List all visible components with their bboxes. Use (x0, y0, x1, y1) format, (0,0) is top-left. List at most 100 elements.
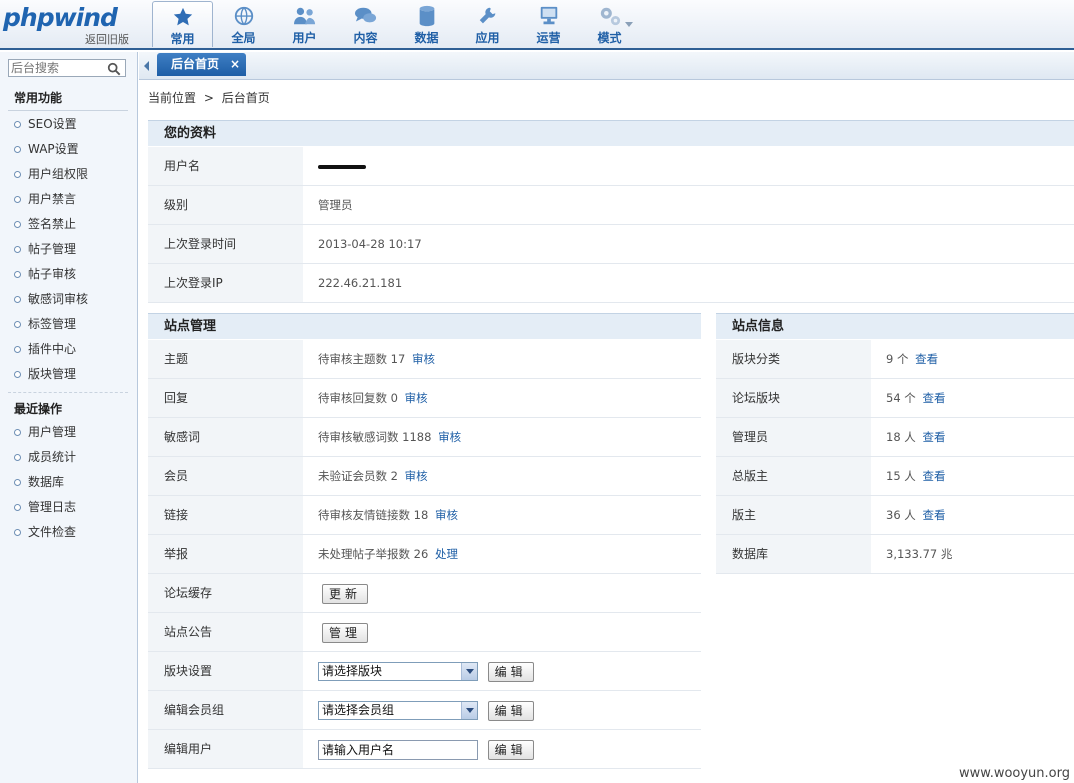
row-label: 版主 (716, 496, 871, 534)
tab-admin-home[interactable]: 后台首页 × (157, 53, 246, 76)
nav-apps[interactable]: 应用 (457, 1, 518, 47)
edit-group-button[interactable]: 编辑 (487, 700, 534, 721)
edit-forum-button[interactable]: 编辑 (487, 661, 534, 682)
row-value: 未验证会员数 2 审核 (318, 457, 428, 495)
sidebar-item-sensitive-review[interactable]: 敏感词审核 (0, 287, 138, 312)
wrench-icon (479, 7, 495, 24)
username-input[interactable] (318, 739, 478, 760)
sidebar-item-member-stats[interactable]: 成员统计 (0, 445, 138, 470)
sidebar-item-label: 帖子审核 (28, 267, 77, 281)
close-icon[interactable]: × (230, 53, 240, 75)
row-label: 链接 (148, 496, 303, 534)
divider (8, 110, 128, 111)
sidebar-item-tag-manage[interactable]: 标签管理 (0, 312, 138, 337)
breadcrumb: 当前位置 > 后台首页 (148, 89, 274, 106)
tab-bar: 后台首页 × (139, 52, 1074, 80)
logo[interactable]: phpwind 返回旧版 (3, 3, 138, 47)
forum-select[interactable]: 请选择版块 (318, 662, 478, 681)
profile-row-last-login: 上次登录时间 2013-04-28 10:17 (148, 225, 1074, 264)
row-label: 数据库 (716, 535, 871, 573)
review-link[interactable]: 审核 (405, 469, 428, 483)
bullet-icon (14, 121, 21, 128)
value-text: 15 人 (886, 469, 916, 483)
divider (8, 392, 128, 393)
common-list: SEO设置 WAP设置 用户组权限 用户禁言 签名禁止 帖子管理 帖子审核 敏感… (0, 112, 138, 387)
update-cache-button[interactable]: 更新 (322, 583, 369, 604)
nav-label: 内容 (353, 31, 378, 45)
sidebar-item-wap[interactable]: WAP设置 (0, 137, 138, 162)
view-link[interactable]: 查看 (922, 469, 945, 483)
manage-row-replies: 回复 待审核回复数 0 审核 (148, 379, 701, 418)
monitor-icon (540, 6, 557, 25)
bullet-icon (14, 171, 21, 178)
manage-row-notice: 站点公告 管理 (148, 613, 701, 652)
select-value: 请选择版块 (322, 664, 383, 678)
value-text: 待审核回复数 0 (318, 391, 398, 405)
row-value: 18 人 查看 (886, 418, 945, 456)
manage-notice-button[interactable]: 管理 (322, 622, 369, 643)
search-icon[interactable] (107, 62, 121, 76)
view-link[interactable]: 查看 (915, 352, 938, 366)
nav-label: 数据 (414, 31, 439, 45)
nav-users[interactable]: 用户 (274, 1, 335, 47)
manage-row-sensitive: 敏感词 待审核敏感词数 1188 审核 (148, 418, 701, 457)
nav-content[interactable]: 内容 (335, 1, 396, 47)
nav-data[interactable]: 数据 (396, 1, 457, 47)
sidebar-item-group-permissions[interactable]: 用户组权限 (0, 162, 138, 187)
bullet-icon (14, 346, 21, 353)
manage-row-links: 链接 待审核友情链接数 18 审核 (148, 496, 701, 535)
scroll-left-icon[interactable] (144, 61, 149, 71)
sidebar-item-label: 文件检查 (28, 525, 77, 539)
row-label: 论坛缓存 (148, 574, 303, 612)
sidebar-item-seo[interactable]: SEO设置 (0, 112, 138, 137)
breadcrumb-current[interactable]: 后台首页 (222, 91, 270, 105)
username-value (318, 147, 366, 185)
info-row-super-mods: 总版主 15 人 查看 (716, 457, 1074, 496)
breadcrumb-separator: > (203, 91, 214, 105)
sidebar-item-label: WAP设置 (28, 142, 79, 156)
search-input[interactable] (11, 61, 103, 75)
review-link[interactable]: 审核 (435, 508, 458, 522)
nav-operations[interactable]: 运营 (518, 1, 579, 47)
nav-label: 用户 (292, 31, 317, 45)
process-link[interactable]: 处理 (435, 547, 458, 561)
bullet-icon (14, 146, 21, 153)
view-link[interactable]: 查看 (922, 508, 945, 522)
sidebar-item-user-ban[interactable]: 用户禁言 (0, 187, 138, 212)
sidebar-item-admin-log[interactable]: 管理日志 (0, 495, 138, 520)
sidebar-item-post-manage[interactable]: 帖子管理 (0, 237, 138, 262)
manage-row-reports: 举报 未处理帖子举报数 26 处理 (148, 535, 701, 574)
member-group-select[interactable]: 请选择会员组 (318, 701, 478, 720)
view-link[interactable]: 查看 (922, 430, 945, 444)
sidebar-item-user-manage[interactable]: 用户管理 (0, 420, 138, 445)
row-value: 待审核主题数 17 审核 (318, 340, 435, 378)
edit-user-button[interactable]: 编辑 (487, 739, 534, 760)
review-link[interactable]: 审核 (438, 430, 461, 444)
sidebar-item-post-review[interactable]: 帖子审核 (0, 262, 138, 287)
row-label: 级别 (148, 186, 303, 224)
sidebar-item-file-check[interactable]: 文件检查 (0, 520, 138, 545)
review-link[interactable]: 审核 (405, 391, 428, 405)
value-text: 待审核友情链接数 18 (318, 508, 429, 522)
review-link[interactable]: 审核 (412, 352, 435, 366)
row-value: 管理 (322, 613, 369, 651)
sidebar-item-signature-ban[interactable]: 签名禁止 (0, 212, 138, 237)
chevron-down-icon[interactable] (625, 22, 633, 27)
redacted-mark (318, 164, 366, 169)
sidebar-item-database[interactable]: 数据库 (0, 470, 138, 495)
nav-global[interactable]: 全局 (213, 1, 274, 47)
main-nav: 常用 全局 用户 内容 数据 应用 运营 模式 (152, 0, 640, 48)
row-label: 编辑用户 (148, 730, 303, 768)
row-label: 管理员 (716, 418, 871, 456)
row-label: 版块分类 (716, 340, 871, 378)
nav-common[interactable]: 常用 (152, 1, 213, 47)
value-text: 18 人 (886, 430, 916, 444)
row-value: 9 个 查看 (886, 340, 938, 378)
view-link[interactable]: 查看 (922, 391, 945, 405)
old-version-link[interactable]: 返回旧版 (85, 31, 129, 47)
sidebar-item-forum-manage[interactable]: 版块管理 (0, 362, 138, 387)
info-row-categories: 版块分类 9 个 查看 (716, 340, 1074, 379)
sidebar-item-plugin-center[interactable]: 插件中心 (0, 337, 138, 362)
info-row-forums: 论坛版块 54 个 查看 (716, 379, 1074, 418)
bullet-icon (14, 246, 21, 253)
